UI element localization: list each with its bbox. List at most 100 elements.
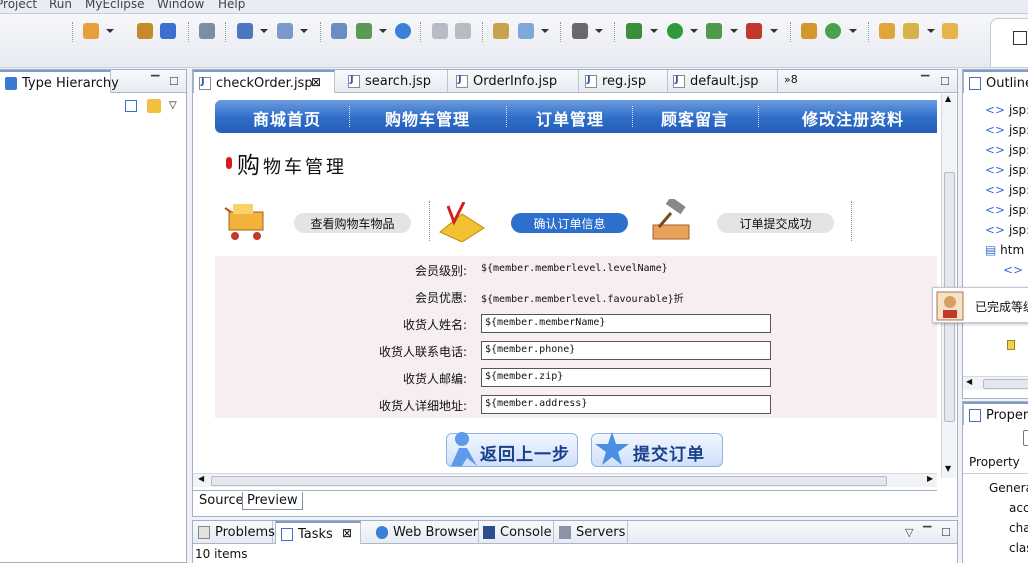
close-icon[interactable]: ⊠: [342, 526, 352, 540]
property-row[interactable]: Genera: [989, 478, 1028, 498]
nav-home[interactable]: 商城首页: [253, 106, 321, 130]
menu-myeclipse[interactable]: MyEclipse: [85, 0, 145, 11]
receiver-address-field[interactable]: ${member.address}: [481, 395, 771, 414]
tab-checkorder-jsp[interactable]: checkOrder.jsp ⊠: [193, 70, 335, 93]
minimize-icon[interactable]: ▔: [921, 75, 929, 88]
collapse-all-icon[interactable]: [125, 100, 137, 112]
minimize-icon[interactable]: ▔: [923, 526, 931, 539]
receiver-name-field[interactable]: ${member.memberName}: [481, 314, 771, 333]
tab-problems[interactable]: Problems: [193, 521, 275, 544]
tasks-count: 10 items: [195, 547, 248, 561]
tab-orderinfo-jsp[interactable]: OrderInfo.jsp: [451, 70, 579, 93]
outline-item[interactable]: <> jsp:: [985, 220, 1028, 240]
editor-horizontal-scrollbar[interactable]: ◀ ▶: [193, 473, 937, 487]
forward-nav-icon[interactable]: [455, 23, 471, 39]
menu-window[interactable]: Window: [157, 0, 204, 11]
property-row[interactable]: clas: [989, 538, 1028, 558]
tab-search-jsp[interactable]: search.jsp: [343, 70, 448, 93]
outline-item[interactable]: <> jsp:: [985, 160, 1028, 180]
tab-web-browser[interactable]: Web Browser: [371, 521, 479, 544]
debug-launch-icon[interactable]: [237, 23, 253, 39]
outline-horizontal-scrollbar[interactable]: ◀: [963, 376, 1028, 390]
globe-icon[interactable]: [395, 23, 411, 39]
menu-help[interactable]: Help: [218, 0, 245, 11]
nav-orders[interactable]: 订单管理: [536, 106, 604, 130]
step-order-success: 订单提交成功: [717, 213, 834, 233]
menu-run[interactable]: Run: [49, 0, 72, 11]
close-icon[interactable]: ⊠: [311, 75, 321, 89]
tab-outline[interactable]: Outline: [963, 70, 1028, 93]
outline-item[interactable]: <> jsp:: [985, 100, 1028, 120]
properties-toolbar-button[interactable]: [1023, 430, 1028, 446]
step-confirm-order: 确认订单信息: [511, 213, 628, 233]
person-icon: [451, 432, 477, 466]
perspective-switcher[interactable]: [990, 18, 1028, 68]
outline-item[interactable]: ▤ htm: [985, 240, 1028, 260]
tab-console[interactable]: Console: [478, 521, 554, 544]
maximize-icon[interactable]: ☐: [940, 75, 950, 88]
tab-source[interactable]: Source: [195, 492, 248, 510]
tab-servers[interactable]: Servers: [554, 521, 628, 544]
tasks-panel: Problems Tasks ⊠ Web Browser Console Ser…: [192, 520, 958, 563]
deploy-icon[interactable]: [160, 23, 176, 39]
package-icon[interactable]: [137, 23, 153, 39]
member-discount-value: ${member.memberlevel.favourable}折: [481, 294, 684, 305]
back-nav-icon[interactable]: [432, 23, 448, 39]
tab-default-jsp[interactable]: default.jsp: [668, 70, 778, 93]
link-editor-icon[interactable]: [147, 99, 161, 113]
new-wizard-icon[interactable]: [83, 23, 99, 39]
receiver-name-row: 收货人姓名: ${member.memberName}: [215, 310, 937, 337]
open-resource-icon[interactable]: [518, 23, 534, 39]
tab-type-hierarchy[interactable]: Type Hierarchy: [0, 70, 119, 93]
tab-reg-jsp[interactable]: reg.jsp: [580, 70, 668, 93]
outline-item[interactable]: <> jsp:: [985, 120, 1028, 140]
receiver-zip-field[interactable]: ${member.zip}: [481, 368, 771, 387]
editor-mode-tabs: Source Preview: [193, 490, 937, 510]
open-file-icon[interactable]: [942, 23, 958, 39]
maximize-icon[interactable]: ☐: [169, 75, 179, 88]
menu-project[interactable]: Project: [0, 0, 37, 11]
external-tools-icon[interactable]: [746, 23, 762, 39]
open-type-icon[interactable]: [493, 23, 509, 39]
camera-icon[interactable]: [572, 23, 588, 39]
new-class-icon[interactable]: [331, 23, 347, 39]
notification-popup[interactable]: 已完成等级: [932, 287, 1028, 323]
debug-icon[interactable]: [626, 23, 642, 39]
submit-order-button[interactable]: 提交订单: [591, 432, 723, 467]
outline-item[interactable]: <> jsp:: [985, 200, 1028, 220]
outline-item[interactable]: <>: [985, 260, 1028, 280]
receiver-phone-field[interactable]: ${member.phone}: [481, 341, 771, 360]
run-icon[interactable]: [667, 23, 683, 39]
servers-icon: [559, 526, 571, 539]
tab-tasks[interactable]: Tasks ⊠: [275, 521, 361, 544]
new-jsp-icon[interactable]: [356, 23, 372, 39]
nav-profile[interactable]: 修改注册资料: [802, 106, 904, 130]
maximize-icon[interactable]: ☐: [941, 526, 951, 539]
editor-panel: checkOrder.jsp ⊠ search.jsp OrderInfo.js…: [192, 69, 958, 517]
search-icon[interactable]: [277, 23, 293, 39]
receiver-address-row: 收货人详细地址: ${member.address}: [215, 391, 937, 418]
nav-messages[interactable]: 顾客留言: [661, 106, 729, 130]
nav-cart[interactable]: 购物车管理: [385, 106, 470, 130]
outline-item[interactable]: <> jsp:: [985, 140, 1028, 160]
tab-preview[interactable]: Preview: [242, 492, 303, 510]
pencil-icon[interactable]: [903, 23, 919, 39]
server-icon[interactable]: [199, 23, 215, 39]
console-icon: [483, 526, 495, 539]
property-row[interactable]: cha: [989, 518, 1028, 538]
open-folder-icon[interactable]: [879, 23, 895, 39]
back-step-button[interactable]: 返回上一步: [446, 432, 578, 467]
editor-vertical-scrollbar[interactable]: ▲ ▼: [941, 94, 956, 478]
run-config-icon[interactable]: [706, 23, 722, 39]
refresh-icon[interactable]: [825, 23, 841, 39]
hierarchy-icon[interactable]: [801, 23, 817, 39]
scrollbar-thumb[interactable]: [983, 379, 1028, 389]
minimize-icon[interactable]: ▔: [151, 75, 159, 88]
view-menu-icon[interactable]: ▽: [169, 100, 177, 111]
outline-item[interactable]: <> jsp:: [985, 180, 1028, 200]
tab-overflow[interactable]: »8: [784, 73, 798, 86]
view-menu-icon[interactable]: ▽: [905, 526, 913, 539]
property-row[interactable]: acc: [989, 498, 1028, 518]
scrollbar-thumb[interactable]: [211, 476, 887, 486]
tab-properties[interactable]: Propert: [963, 402, 1028, 425]
